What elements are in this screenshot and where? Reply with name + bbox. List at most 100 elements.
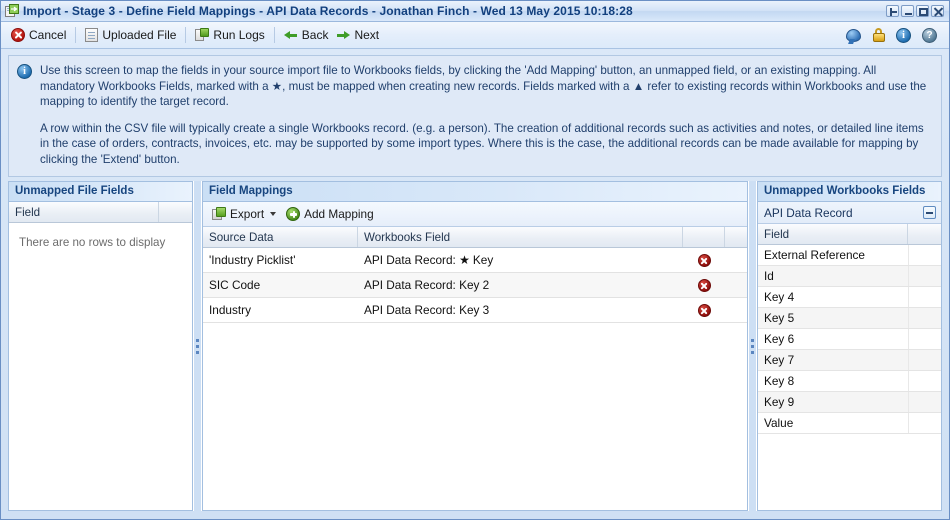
list-item[interactable]: Key 6 (758, 329, 941, 350)
add-icon (286, 207, 301, 221)
import-window: Import - Stage 3 - Define Field Mappings… (0, 0, 950, 520)
document-icon (85, 28, 99, 42)
list-item[interactable]: Id (758, 266, 941, 287)
main-content: Unmapped File Fields Field There are no … (1, 181, 949, 519)
table-row[interactable]: SIC Code API Data Record: Key 2 (203, 273, 747, 298)
delete-mapping-button[interactable] (683, 278, 725, 292)
back-button-label: Back (301, 28, 329, 42)
minus-icon[interactable] (923, 206, 936, 219)
column-header-spacer (908, 224, 941, 244)
cancel-button[interactable]: Cancel (7, 24, 70, 46)
table-row[interactable]: 'Industry Picklist' API Data Record: ★ K… (203, 248, 747, 273)
help-icon[interactable]: ? (922, 27, 937, 43)
splitter-handle-icon (196, 338, 199, 354)
toolbar-separator (273, 27, 275, 43)
field-name: Id (764, 269, 774, 283)
main-toolbar: Cancel Uploaded File Run Logs Back Next … (1, 22, 949, 49)
field-name: External Reference (764, 248, 865, 262)
delete-mapping-button[interactable] (683, 303, 725, 317)
empty-message: There are no rows to display (19, 236, 166, 249)
unmapped-file-fields-panel: Unmapped File Fields Field There are no … (8, 181, 193, 511)
list-item[interactable]: Key 7 (758, 350, 941, 371)
list-item[interactable]: Key 9 (758, 392, 941, 413)
window-title: Import - Stage 3 - Define Field Mappings… (23, 4, 633, 18)
splitter-left[interactable] (193, 181, 202, 511)
field-name: Key 7 (764, 353, 795, 367)
column-header-delete (683, 227, 725, 247)
column-header-field: Field (758, 224, 908, 244)
next-button-label: Next (354, 28, 380, 42)
unmapped-workbooks-fields-title: Unmapped Workbooks Fields (758, 182, 941, 202)
next-button[interactable]: Next (332, 24, 383, 46)
uploaded-file-button-label: Uploaded File (102, 28, 177, 42)
unmapped-workbooks-fields-grid-header: Field (758, 224, 941, 245)
toolbar-separator (75, 27, 77, 43)
row-spacer (908, 350, 941, 370)
cell-source-data: Industry (209, 303, 251, 317)
run-logs-button[interactable]: Run Logs (191, 24, 268, 46)
cell-source-data: SIC Code (209, 278, 261, 292)
unmapped-file-fields-body: There are no rows to display (9, 223, 192, 510)
delete-mapping-button[interactable] (683, 253, 725, 267)
list-item[interactable]: Key 8 (758, 371, 941, 392)
delete-icon (697, 253, 711, 267)
info-icon[interactable]: i (896, 27, 911, 43)
maximize-icon[interactable] (916, 5, 929, 17)
row-spacer (908, 392, 941, 412)
unmapped-workbooks-field-rows: External Reference Id Key 4 Key 5 Key 6 … (758, 245, 941, 434)
row-spacer (908, 329, 941, 349)
add-mapping-button[interactable]: Add Mapping (283, 206, 377, 222)
field-mappings-toolbar: Export Add Mapping (203, 202, 747, 227)
row-spacer (908, 245, 941, 265)
dock-icon[interactable] (886, 5, 899, 17)
export-button[interactable]: Export (209, 206, 279, 222)
list-item[interactable]: Key 5 (758, 308, 941, 329)
window-controls (886, 5, 946, 17)
table-row[interactable]: Industry API Data Record: Key 3 (203, 298, 747, 323)
info-paragraph-2: A row within the CSV file will typically… (40, 121, 924, 166)
group-label: API Data Record (764, 205, 853, 220)
uploaded-file-button[interactable]: Uploaded File (81, 24, 180, 46)
chat-icon[interactable] (846, 28, 861, 42)
field-name: Key 8 (764, 374, 795, 388)
cell-workbooks-field: API Data Record: Key 3 (364, 303, 490, 317)
chevron-down-icon (270, 212, 277, 216)
field-mappings-grid-header: Source Data Workbooks Field (203, 227, 747, 248)
field-mappings-body: 'Industry Picklist' API Data Record: ★ K… (203, 248, 747, 510)
field-mappings-title: Field Mappings (203, 182, 747, 202)
delete-icon (697, 303, 711, 317)
api-data-record-group-header[interactable]: API Data Record (758, 202, 941, 224)
back-button[interactable]: Back (280, 24, 333, 46)
window-titlebar: Import - Stage 3 - Define Field Mappings… (1, 1, 949, 22)
list-item[interactable]: Key 4 (758, 287, 941, 308)
close-icon[interactable] (931, 5, 944, 17)
info-panel-text: Use this screen to map the fields in you… (40, 63, 931, 167)
import-window-icon (5, 4, 19, 18)
splitter-right[interactable] (748, 181, 757, 511)
unmapped-workbooks-fields-panel: Unmapped Workbooks Fields API Data Recor… (757, 181, 942, 511)
list-item[interactable]: External Reference (758, 245, 941, 266)
info-icon: i (17, 64, 32, 79)
list-item[interactable]: Value (758, 413, 941, 434)
cell-workbooks-field: API Data Record: ★ Key (364, 253, 494, 267)
column-header-field: Field (9, 202, 159, 222)
arrow-right-icon (336, 30, 351, 41)
field-name: Value (764, 416, 794, 430)
export-button-label: Export (230, 207, 265, 221)
unmapped-file-fields-title: Unmapped File Fields (9, 182, 192, 202)
unmapped-file-fields-grid-header: Field (9, 202, 192, 223)
field-name: Key 9 (764, 395, 795, 409)
unmapped-workbooks-fields-body: External Reference Id Key 4 Key 5 Key 6 … (758, 245, 941, 510)
cancel-button-label: Cancel (29, 28, 67, 42)
cell-workbooks-field: API Data Record: Key 2 (364, 278, 490, 292)
row-spacer (908, 413, 941, 433)
row-spacer (908, 287, 941, 307)
cancel-icon (11, 28, 25, 42)
run-logs-button-label: Run Logs (213, 28, 265, 42)
lock-icon[interactable] (872, 28, 885, 42)
minimize-icon[interactable] (901, 5, 914, 17)
field-mappings-rows: 'Industry Picklist' API Data Record: ★ K… (203, 248, 747, 323)
column-header-workbooks-field: Workbooks Field (358, 227, 683, 247)
column-header-spacer (725, 227, 747, 247)
field-name: Key 4 (764, 290, 795, 304)
